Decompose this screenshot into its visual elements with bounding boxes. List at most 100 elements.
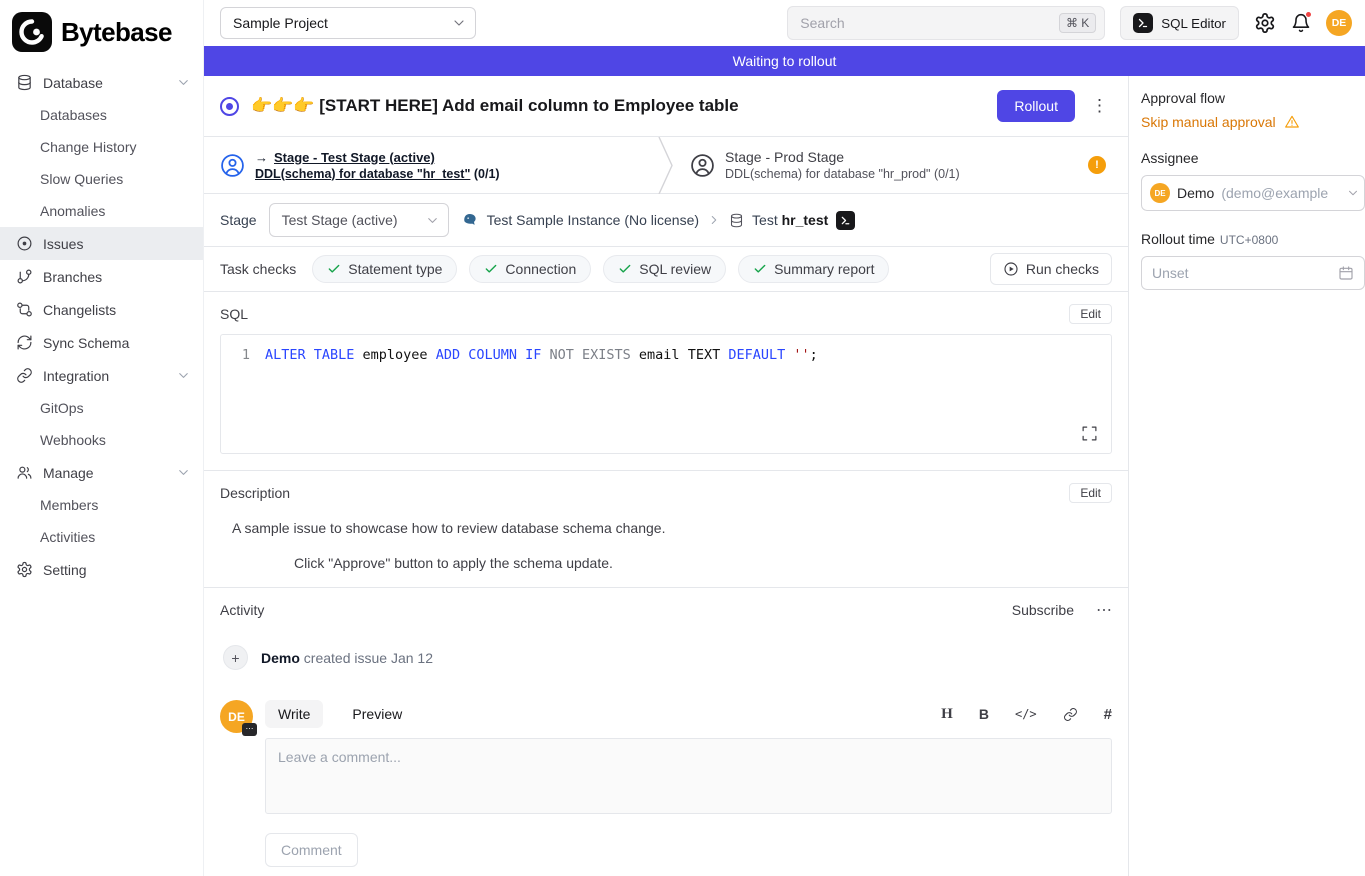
- format-toolbar: H B </> #: [941, 706, 1112, 723]
- rollout-time-block: Rollout timeUTC+0800 Unset: [1141, 231, 1365, 290]
- rollout-timezone: UTC+0800: [1220, 233, 1278, 247]
- users-icon: [16, 464, 33, 481]
- warning-triangle-icon: [1284, 114, 1300, 130]
- sidebar-item-sync-schema[interactable]: Sync Schema: [0, 326, 203, 359]
- sidebar-item-label: Members: [40, 497, 98, 513]
- sql-token: email TEXT: [631, 347, 729, 363]
- rollout-time-input[interactable]: Unset: [1141, 256, 1365, 290]
- check-pill-summary-report[interactable]: Summary report: [738, 255, 889, 283]
- stage-card-prod[interactable]: Stage - Prod Stage DDL(schema) for datab…: [674, 137, 1128, 193]
- issue-detail: 👉👉👉 [START HERE] Add email column to Emp…: [204, 76, 1128, 876]
- notifications-button[interactable]: [1291, 13, 1311, 33]
- sql-token: employee: [354, 347, 435, 363]
- hash-format-button[interactable]: #: [1104, 706, 1112, 723]
- user-avatar[interactable]: DE: [1326, 10, 1352, 36]
- stage-select[interactable]: Test Stage (active): [269, 203, 449, 237]
- approver-icon: [220, 153, 245, 178]
- stage-card-test[interactable]: → Stage - Test Stage (active) DDL(schema…: [204, 137, 658, 193]
- link-format-button[interactable]: [1063, 707, 1078, 722]
- sidebar-item-label: Slow Queries: [40, 171, 123, 187]
- stage-warning-badge: !: [1088, 156, 1106, 174]
- sidebar-item-label: Setting: [43, 562, 87, 578]
- check-pill-label: Statement type: [348, 261, 442, 277]
- task-checks-row: Task checks Statement type Connection SQ…: [204, 247, 1128, 292]
- terminal-icon: [1133, 13, 1153, 33]
- project-select[interactable]: Sample Project: [220, 7, 476, 39]
- database-name: hr_test: [782, 212, 829, 228]
- database-breadcrumb[interactable]: Test hr_test: [752, 212, 828, 228]
- assignee-block: Assignee DE Demo (demo@example: [1141, 150, 1365, 211]
- check-pill-sql-review[interactable]: SQL review: [603, 255, 726, 283]
- sidebar-item-anomalies[interactable]: Anomalies: [0, 195, 203, 227]
- gear-icon: [16, 561, 33, 578]
- sidebar-item-issues[interactable]: Issues: [0, 227, 203, 260]
- sidebar-item-activities[interactable]: Activities: [0, 521, 203, 553]
- sidebar-item-branches[interactable]: Branches: [0, 260, 203, 293]
- sql-editor-button[interactable]: SQL Editor: [1120, 6, 1239, 40]
- comment-input[interactable]: [265, 738, 1112, 814]
- activity-title: Activity: [220, 602, 264, 618]
- sidebar-item-members[interactable]: Members: [0, 489, 203, 521]
- stage-text: → Stage - Test Stage (active) DDL(schema…: [255, 150, 500, 181]
- task-checks-label: Task checks: [220, 261, 296, 277]
- line-number: 1: [221, 347, 265, 453]
- heading-format-button[interactable]: H: [941, 706, 953, 723]
- description-line: A sample issue to showcase how to review…: [232, 520, 1112, 536]
- assignee-select[interactable]: DE Demo (demo@example: [1141, 175, 1365, 211]
- activity-menu-button[interactable]: ⋯: [1096, 600, 1112, 620]
- tab-preview[interactable]: Preview: [339, 700, 415, 728]
- calendar-icon: [1338, 265, 1354, 281]
- sidebar-item-integration[interactable]: Integration: [0, 359, 203, 392]
- sql-editor[interactable]: 1 ALTER TABLE employee ADD COLUMN IF NOT…: [220, 334, 1112, 454]
- sidebar-item-setting[interactable]: Setting: [0, 553, 203, 586]
- comment-composer: DE ⋯ Write Preview H B </>: [220, 700, 1112, 867]
- instance-name[interactable]: Test Sample Instance (No license): [487, 212, 699, 228]
- open-sql-editor-icon[interactable]: [836, 211, 855, 230]
- expand-editor-icon[interactable]: [1081, 425, 1098, 442]
- sql-token: NOT EXISTS: [550, 347, 631, 363]
- comment-badge-icon: ⋯: [242, 723, 257, 736]
- brand-logo[interactable]: Bytebase: [0, 8, 203, 66]
- composer-tabs: Write Preview H B </> #: [265, 700, 1112, 728]
- content-row: 👉👉👉 [START HERE] Add email column to Emp…: [204, 76, 1365, 876]
- sidebar-item-webhooks[interactable]: Webhooks: [0, 424, 203, 456]
- sidebar-item-gitops[interactable]: GitOps: [0, 392, 203, 424]
- sidebar: Bytebase Database Databases Change Histo…: [0, 0, 204, 876]
- stage-selector-row: Stage Test Stage (active) Test Sample In…: [204, 194, 1128, 247]
- code-format-button[interactable]: </>: [1015, 707, 1037, 721]
- check-pill-statement-type[interactable]: Statement type: [312, 255, 457, 283]
- stage-label: Stage: [220, 212, 257, 228]
- stage-flow: → Stage - Test Stage (active) DDL(schema…: [204, 137, 1128, 194]
- bold-format-button[interactable]: B: [979, 706, 989, 722]
- description-edit-button[interactable]: Edit: [1069, 483, 1112, 503]
- run-checks-label: Run checks: [1026, 261, 1099, 277]
- run-checks-button[interactable]: Run checks: [990, 253, 1112, 285]
- sidebar-item-manage[interactable]: Manage: [0, 456, 203, 489]
- rollout-button[interactable]: Rollout: [997, 90, 1075, 122]
- sidebar-item-changelists[interactable]: Changelists: [0, 293, 203, 326]
- search-input[interactable]: [800, 15, 1051, 31]
- sidebar-item-label: Webhooks: [40, 432, 106, 448]
- tab-write[interactable]: Write: [265, 700, 323, 728]
- sidebar-item-databases[interactable]: Databases: [0, 99, 203, 131]
- approval-flow-value: Skip manual approval: [1141, 114, 1276, 130]
- sql-edit-button[interactable]: Edit: [1069, 304, 1112, 324]
- subscribe-button[interactable]: Subscribe: [1012, 602, 1074, 618]
- description-line: Click "Approve" button to apply the sche…: [294, 555, 1112, 571]
- issue-header: 👉👉👉 [START HERE] Add email column to Emp…: [204, 76, 1128, 137]
- issue-menu-button[interactable]: ⋮: [1087, 96, 1112, 116]
- sidebar-item-database[interactable]: Database: [0, 66, 203, 99]
- rollout-time-value: Unset: [1152, 265, 1189, 281]
- sidebar-item-label: GitOps: [40, 400, 84, 416]
- sidebar-item-change-history[interactable]: Change History: [0, 131, 203, 163]
- settings-button[interactable]: [1254, 12, 1276, 34]
- comment-submit-button[interactable]: Comment: [265, 833, 358, 867]
- sidebar-item-slow-queries[interactable]: Slow Queries: [0, 163, 203, 195]
- sql-token: ADD COLUMN: [436, 347, 517, 363]
- sql-statement[interactable]: ALTER TABLE employee ADD COLUMN IF NOT E…: [265, 347, 818, 453]
- check-pill-connection[interactable]: Connection: [469, 255, 591, 283]
- sql-token: DEFAULT: [728, 347, 785, 363]
- chevron-right-icon: [707, 213, 721, 227]
- search-box[interactable]: ⌘ K: [787, 6, 1105, 40]
- run-icon: [1003, 261, 1019, 277]
